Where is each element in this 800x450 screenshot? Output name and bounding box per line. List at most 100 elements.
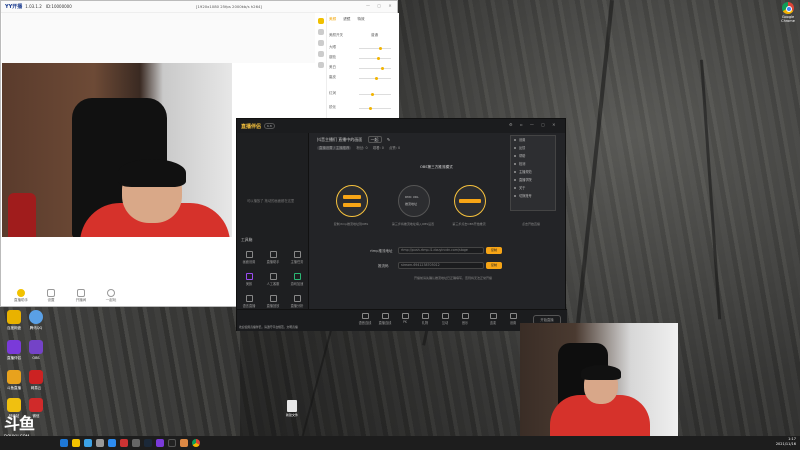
tool-item[interactable]: 语言直播 — [239, 295, 259, 308]
copy-rtmp-button[interactable]: 复制 — [486, 247, 502, 254]
play-together-button[interactable]: 一起玩 — [100, 289, 122, 303]
footer-item[interactable]: 连麦 — [485, 313, 501, 325]
step-caption: 第三步点击OBS开始推流 — [452, 222, 486, 226]
slider-track[interactable] — [359, 57, 391, 60]
app-icon[interactable] — [120, 439, 128, 447]
beauty-panel: 美颜 滤镜 特效 美颜开关 普通 大眼 瘦脸 美白 磨皮 红润 锐化 — [315, 13, 399, 123]
zb-dropdown-menu: 设置 反馈 帮助 检测 主播规范 直播学院 关于 切换账号 — [510, 135, 556, 211]
app-icon[interactable] — [132, 439, 140, 447]
slider-row[interactable]: 大眼 — [329, 45, 395, 53]
desktop-icon[interactable]: 腾讯QQ — [24, 310, 48, 331]
tab-beauty[interactable]: 美颜 — [329, 17, 336, 22]
tab-filter[interactable]: 滤镜 — [343, 17, 350, 22]
footer-item[interactable]: PK — [397, 313, 413, 324]
rtmp-url-circle: RMC URL 推流地址 — [398, 185, 430, 217]
footer-item[interactable]: 语音连线 — [357, 313, 373, 325]
tool-item[interactable]: 主播任务 — [287, 251, 307, 264]
slider-track[interactable] — [359, 77, 391, 80]
tool-item[interactable]: 直播助手 — [263, 251, 283, 264]
slider-row[interactable]: 红润 — [329, 91, 395, 99]
virtual-nav-icon[interactable] — [317, 62, 324, 68]
start-icon[interactable] — [60, 439, 68, 447]
window-controls[interactable]: — ▢ ✕ — [366, 3, 395, 8]
beauty-toggle-row[interactable]: 美颜开关 普通 — [329, 33, 395, 41]
tool-item[interactable]: 游戏加速 — [287, 273, 307, 286]
menu-item[interactable]: 检测 — [511, 160, 555, 168]
scene-hint: 可以播放了 拖动的画面都在这里 — [247, 199, 295, 203]
menu-item[interactable]: 直播学院 — [511, 176, 555, 184]
support-icon — [269, 273, 277, 280]
interact-icon — [441, 313, 449, 319]
slider-row[interactable]: 美白 — [329, 65, 395, 73]
slider-row[interactable]: 瘦脸 — [329, 55, 395, 63]
footer-item[interactable]: 音乐 — [457, 313, 473, 325]
slider-track[interactable] — [359, 107, 391, 110]
chrome-icon[interactable] — [192, 439, 200, 447]
explorer-icon[interactable] — [72, 439, 80, 447]
desktop-icon[interactable]: 斗鱼直播 — [2, 370, 26, 391]
tool-item[interactable]: 直播回放 — [263, 295, 283, 308]
room-title[interactable]: 抖音主播们 直播中的画面 一起 ✎ — [317, 136, 390, 143]
rtmp-label: rtmp推流地址 — [370, 249, 393, 253]
beauty-nav-icon[interactable] — [317, 18, 324, 24]
desktop-icon[interactable]: 直播伴侣 — [2, 340, 26, 361]
steam-icon[interactable] — [144, 439, 152, 447]
desktop-icon[interactable]: 百度网盘 — [2, 310, 26, 331]
webcam-preview — [2, 63, 232, 237]
app-icon[interactable] — [180, 439, 188, 447]
tool-item[interactable]: 美颜 — [239, 273, 259, 286]
footer-item[interactable]: 礼物 — [417, 313, 433, 325]
replay-icon — [269, 295, 277, 302]
menu-item[interactable]: 主播规范 — [511, 168, 555, 176]
footer-item[interactable]: 互动 — [437, 313, 453, 325]
background-nav-icon[interactable] — [317, 51, 324, 57]
menu-item[interactable]: 反馈 — [511, 144, 555, 152]
desktop-icon[interactable]: OBS — [24, 340, 48, 360]
person-hair — [581, 365, 621, 380]
footer-item[interactable]: 设置 — [505, 313, 521, 325]
edit-icon[interactable]: ✎ — [387, 137, 390, 142]
footer-item[interactable]: 直播连线 — [377, 313, 393, 325]
app-icon[interactable] — [96, 439, 104, 447]
open-room-button[interactable]: 开播间 — [70, 289, 92, 303]
system-tray-clock[interactable]: 1:17 2021/11/16 — [776, 437, 796, 447]
app-icon[interactable] — [168, 439, 176, 447]
filter-nav-icon[interactable] — [317, 29, 324, 35]
window-controls[interactable]: ⚙ ▫ — ▢ ✕ — [509, 122, 559, 127]
rtmp-url-input[interactable]: rtmp://push-rtmp-l1.douyincdn.com/stage — [398, 247, 484, 254]
slider-track[interactable] — [359, 93, 391, 96]
desktop-icon[interactable]: 网易云 — [24, 370, 48, 391]
settings-button[interactable]: 设置 — [40, 289, 62, 303]
slider-track[interactable] — [359, 47, 391, 50]
music-icon — [461, 313, 469, 319]
tool-item[interactable]: 画面设置 — [239, 251, 259, 264]
app-icon[interactable] — [108, 439, 116, 447]
menu-item[interactable]: 切换账号 — [511, 192, 555, 200]
menu-item[interactable]: 关于 — [511, 184, 555, 192]
yy-titlebar: YY开播 1.03.1.2 ID:10000000 [1920x1080 25f… — [1, 1, 397, 13]
slider-row[interactable]: 磨皮 — [329, 75, 395, 83]
tool-item[interactable]: 直播分析 — [287, 295, 307, 308]
slider-row[interactable]: 锐化 — [329, 105, 395, 113]
desktop-file-icon[interactable]: 新建文件 — [284, 400, 300, 417]
beauty-tabs: 美颜 滤镜 特效 — [329, 17, 365, 22]
file-icon — [287, 400, 297, 412]
yy-preview-blank — [2, 13, 316, 63]
live-assistant-button[interactable]: 直播助手 — [10, 289, 32, 303]
app-icon — [7, 370, 21, 384]
sticker-nav-icon[interactable] — [317, 40, 324, 46]
tool-item[interactable]: 人工客服 — [263, 273, 283, 286]
stream-key-input[interactable]: stream-6941238705012 — [398, 262, 484, 269]
menu-item[interactable]: 帮助 — [511, 152, 555, 160]
menu-item[interactable]: 设置 — [511, 136, 555, 144]
step-caption: 第三步将推流地址填入OBS设置 — [391, 222, 435, 226]
copy-key-button[interactable]: 复制 — [486, 262, 502, 269]
desktop-chrome-shortcut[interactable]: Google Chrome — [779, 2, 797, 23]
slider-track[interactable] — [359, 67, 391, 70]
app-icon[interactable] — [156, 439, 164, 447]
push-mode-title: OBS第三方推流模式 — [420, 165, 453, 169]
beauty-icon — [245, 273, 253, 280]
app-icon — [29, 310, 43, 324]
browser-icon[interactable] — [84, 439, 92, 447]
tab-effects[interactable]: 特效 — [357, 17, 364, 22]
